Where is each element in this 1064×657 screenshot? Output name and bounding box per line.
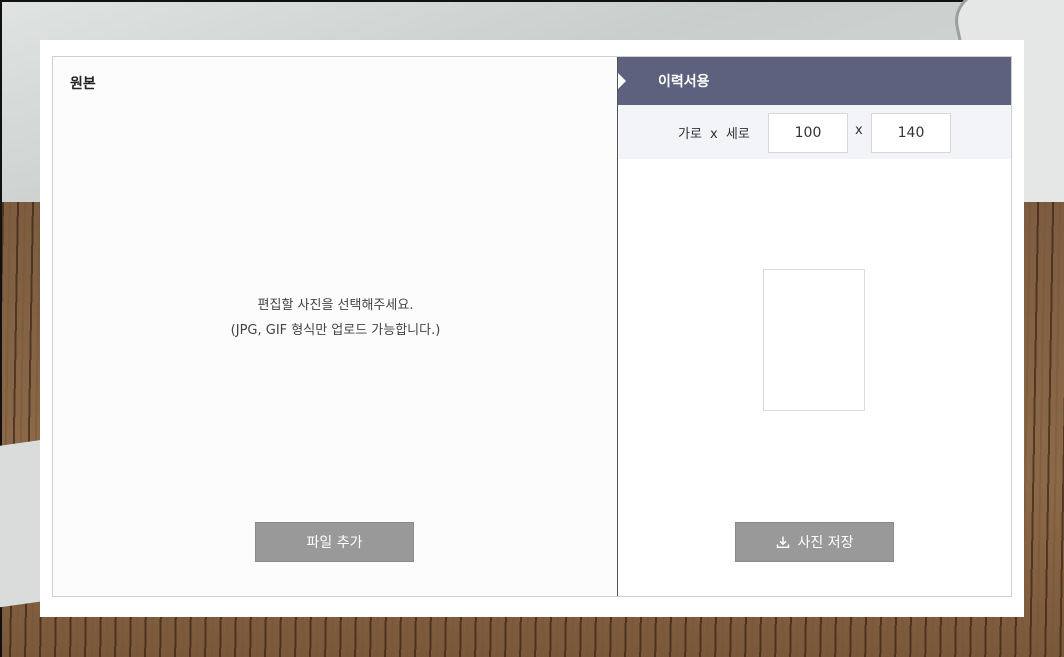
size-separator: x xyxy=(855,123,863,138)
height-input[interactable] xyxy=(871,113,951,153)
resume-title: 이력서용 xyxy=(658,74,710,90)
upload-message: 편집할 사진을 선택해주세요. (JPG, GIF 형식만 업로드 가능합니다.… xyxy=(53,293,618,343)
editor-frame: 원본 편집할 사진을 선택해주세요. (JPG, GIF 형식만 업로드 가능합… xyxy=(52,56,1012,597)
photo-editor-card: 원본 편집할 사진을 선택해주세요. (JPG, GIF 형식만 업로드 가능합… xyxy=(40,40,1024,617)
resume-header: 이력서용 xyxy=(618,57,1011,105)
add-file-button[interactable]: 파일 추가 xyxy=(255,522,414,562)
width-input[interactable] xyxy=(768,113,848,153)
upload-message-line1: 편집할 사진을 선택해주세요. xyxy=(257,298,414,313)
resume-panel: 이력서용 가로 x 세로 x 사진 저장 xyxy=(618,57,1011,596)
original-title: 원본 xyxy=(70,76,96,92)
save-photo-button-label: 사진 저장 xyxy=(797,535,854,551)
size-row: 가로 x 세로 x xyxy=(618,105,1011,159)
upload-message-line2: (JPG, GIF 형식만 업로드 가능합니다.) xyxy=(230,323,441,338)
photo-preview xyxy=(763,269,865,411)
original-panel: 원본 편집할 사진을 선택해주세요. (JPG, GIF 형식만 업로드 가능합… xyxy=(53,57,618,596)
download-icon xyxy=(776,536,789,548)
save-photo-button[interactable]: 사진 저장 xyxy=(735,522,894,562)
size-label: 가로 x 세로 xyxy=(678,127,750,142)
add-file-button-label: 파일 추가 xyxy=(306,535,363,551)
